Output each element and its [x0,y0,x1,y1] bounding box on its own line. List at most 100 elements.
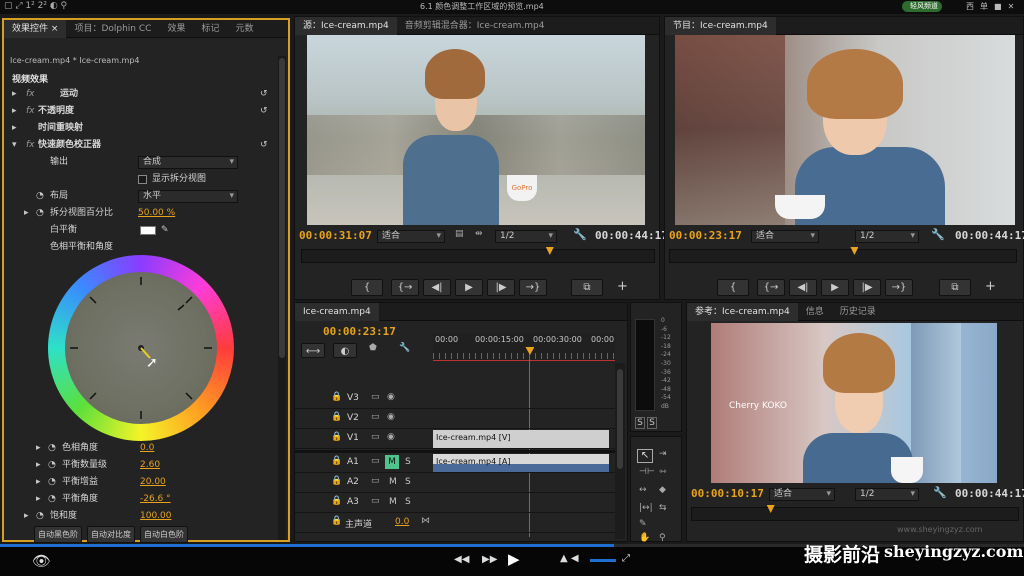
add-button-icon[interactable]: + [985,279,996,294]
timeline-timecode[interactable]: 00:00:23:17 [323,325,396,338]
lock-icon[interactable]: 🔒 [331,412,342,422]
reference-timecode[interactable]: 00:00:10:17 [691,487,764,500]
source-scrubber[interactable] [301,247,655,263]
expand-arrow-icon[interactable]: ▸ [24,508,29,525]
source-playhead[interactable] [545,247,554,255]
effects-scrollbar[interactable] [278,56,286,540]
insert-button[interactable]: ⧉ [571,279,603,296]
wrench-icon[interactable]: 🔧 [933,486,947,499]
prev-button-icon[interactable]: ◀◀ [454,554,469,565]
lock-icon[interactable]: 🔒 [331,476,342,486]
go-to-out-button[interactable]: →} [519,279,547,296]
sync-icon[interactable]: ▭ [371,392,380,402]
window-controls[interactable]: 西单■✕ [966,1,1020,12]
effect-row-opacity[interactable]: ▸ fx 不透明度 ↺ [4,103,288,120]
expand-arrow-icon[interactable]: ▸ [12,103,17,120]
sync-icon[interactable]: ▭ [371,456,380,466]
magnet-icon[interactable]: ◐ [333,343,357,358]
reference-fit-select[interactable]: 适合 [769,488,835,501]
source-resolution-select[interactable]: 1/2 [495,230,557,243]
param-value[interactable]: 0.0 [140,440,154,457]
program-timecode[interactable]: 00:00:23:17 [669,229,742,242]
param-value[interactable]: -26.6 ° [140,491,171,508]
mark-in-button[interactable]: { [717,279,749,296]
tab-markers[interactable]: 标记 [193,20,227,38]
program-resolution-select[interactable]: 1/2 [855,230,919,243]
play-button-icon[interactable]: ▶ [508,550,520,568]
mute-toggle[interactable]: M [389,477,397,487]
menu-item[interactable]: 单 [980,2,994,11]
wrench-icon[interactable]: 🔧 [399,343,410,353]
step-back-button[interactable]: ◀| [423,279,451,296]
go-to-in-button[interactable]: {→ [757,279,785,296]
step-back-button[interactable]: ◀| [789,279,817,296]
eyedropper-icon[interactable]: ✎ [161,222,169,239]
marker-icon[interactable]: ⬟ [369,343,377,353]
tab-reference[interactable]: 参考：Ice-cream.mp4 [687,302,798,321]
auto-contrast-button[interactable]: 自动对比度 [87,526,135,543]
effect-row-motion[interactable]: ▸ fx 运动 ↺ [4,86,288,103]
settings-icon[interactable]: ▤ [455,229,464,239]
video-clip[interactable]: Ice-cream.mp4 [V] [433,430,609,448]
volume-slider[interactable] [590,559,616,562]
effect-row-time-remap[interactable]: ▸ 时间重映射 [4,120,288,137]
stopwatch-icon[interactable]: ◔ [36,188,44,205]
master-value[interactable]: 0.0 [395,517,409,527]
eye-icon[interactable]: ◉ [387,432,395,442]
tab-effect-controls[interactable]: 效果控件 × [4,19,67,38]
program-playhead[interactable] [850,247,859,255]
output-select[interactable]: 合成 [138,156,238,169]
expand-arrow-icon[interactable]: ▸ [36,474,41,491]
lock-icon[interactable]: 🔒 [331,496,342,506]
saturation-value[interactable]: 100.00 [140,508,172,525]
meter-solo-right[interactable]: S [647,417,657,429]
expand-arrow-icon[interactable]: ▾ [12,137,17,154]
tab-source[interactable]: 源：Ice-cream.mp4 [295,16,397,35]
expand-arrow-icon[interactable]: ▸ [36,440,41,457]
pen-icon[interactable]: ✎ [639,519,647,529]
tab-info[interactable]: 信息 [798,303,832,321]
lock-icon[interactable]: 🔒 [331,432,342,442]
split-percent-value[interactable]: 50.00 % [138,205,175,222]
expand-arrow-icon[interactable]: ▸ [36,457,41,474]
track-select-icon[interactable]: ⇥ [659,449,667,459]
slide-icon[interactable]: ⇆ [659,503,667,513]
go-to-in-button[interactable]: {→ [391,279,419,296]
rate-stretch-icon[interactable]: ↔ [639,485,647,495]
stopwatch-icon[interactable]: ◔ [48,440,56,457]
param-value[interactable]: 2.60 [140,457,160,474]
ripple-edit-icon[interactable]: ⊣⊢ [639,467,655,477]
close-button[interactable]: ✕ [1008,2,1021,11]
reference-playhead[interactable] [766,505,775,513]
maximize-button[interactable]: ■ [994,2,1008,11]
mark-icon[interactable]: ⇹ [475,229,483,239]
expand-arrow-icon[interactable]: ▸ [36,491,41,508]
audio-clip[interactable]: Ice-cream.mp4 [A] [433,454,609,472]
lock-icon[interactable]: 🔒 [331,516,342,526]
rolling-edit-icon[interactable]: ⇿ [659,467,667,477]
source-timecode[interactable]: 00:00:31:07 [299,229,372,242]
expand-arrow-icon[interactable]: ▸ [12,86,17,103]
menu-item[interactable]: 西 [966,2,980,11]
stopwatch-icon[interactable]: ◔ [48,457,56,474]
step-forward-button[interactable]: |▶ [487,279,515,296]
sync-icon[interactable]: ▭ [371,432,380,442]
eye-icon[interactable]: ◉ [387,412,395,422]
solo-toggle[interactable]: S [405,457,411,467]
layout-select[interactable]: 水平 [138,190,238,203]
solo-toggle[interactable]: S [405,477,411,487]
hand-icon[interactable]: ✋ [639,533,650,543]
expand-arrow-icon[interactable]: ▸ [12,120,17,137]
add-button-icon[interactable]: + [617,279,628,294]
play-button[interactable]: ▶ [455,279,483,296]
lock-icon[interactable]: 🔒 [331,456,342,466]
expand-arrow-icon[interactable]: ▸ [24,205,29,222]
lift-button[interactable]: ⧉ [939,279,971,296]
solo-toggle[interactable]: S [405,497,411,507]
stopwatch-icon[interactable]: ◔ [36,205,44,222]
source-fit-select[interactable]: 适合 [377,230,445,243]
effect-row-fast-color[interactable]: ▾ fx 快速颜色校正器 ↺ [4,137,288,154]
lock-icon[interactable]: 🔒 [331,392,342,402]
go-to-out-button[interactable]: →} [885,279,913,296]
program-scrubber[interactable] [669,247,1017,263]
